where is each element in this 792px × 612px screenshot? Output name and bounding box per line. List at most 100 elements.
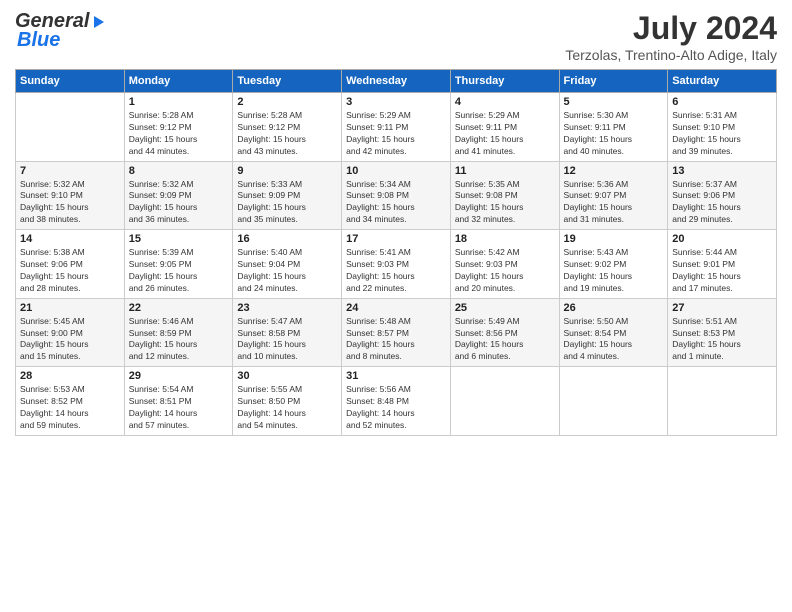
day-number: 15: [129, 233, 229, 245]
day-number: 10: [346, 165, 446, 177]
day-number: 23: [237, 302, 337, 314]
day-number: 26: [564, 302, 664, 314]
day-number: 24: [346, 302, 446, 314]
calendar-cell: 2 Sunrise: 5:28 AM Sunset: 9:12 PM Daylig…: [233, 93, 342, 162]
day-info: Sunrise: 5:54 AM Sunset: 8:51 PM Dayligh…: [129, 384, 229, 432]
main-title: July 2024: [565, 10, 777, 47]
day-info: Sunrise: 5:31 AM Sunset: 9:10 PM Dayligh…: [672, 110, 772, 158]
calendar-cell: 7Sunrise: 5:32 AM Sunset: 9:10 PM Daylig…: [16, 161, 125, 230]
day-number: 28: [20, 370, 120, 382]
calendar-cell: 11 Sunrise: 5:35 AM Sunset: 9:08 PM Dayli…: [450, 161, 559, 230]
calendar-week-row: 21Sunrise: 5:45 AM Sunset: 9:00 PM Dayli…: [16, 298, 777, 367]
day-info: Sunrise: 5:48 AM Sunset: 8:57 PM Dayligh…: [346, 316, 446, 364]
calendar-cell: 15 Sunrise: 5:39 AM Sunset: 9:05 PM Dayli…: [124, 230, 233, 299]
day-info: Sunrise: 5:42 AM Sunset: 9:03 PM Dayligh…: [455, 247, 555, 295]
calendar-cell: 9Sunrise: 5:33 AM Sunset: 9:09 PM Daylig…: [233, 161, 342, 230]
day-number: 13: [672, 165, 772, 177]
calendar-cell: 27Sunrise: 5:51 AM Sunset: 8:53 PM Dayli…: [668, 298, 777, 367]
calendar-week-row: 14 Sunrise: 5:38 AM Sunset: 9:06 PM Dayli…: [16, 230, 777, 299]
day-info: Sunrise: 5:50 AM Sunset: 8:54 PM Dayligh…: [564, 316, 664, 364]
day-number: 6: [672, 96, 772, 108]
header: General Blue July 2024 Terzolas, Trentin…: [15, 10, 777, 63]
calendar-week-row: 7Sunrise: 5:32 AM Sunset: 9:10 PM Daylig…: [16, 161, 777, 230]
day-info: Sunrise: 5:38 AM Sunset: 9:06 PM Dayligh…: [20, 247, 120, 295]
calendar-cell: 6 Sunrise: 5:31 AM Sunset: 9:10 PM Daylig…: [668, 93, 777, 162]
day-info: Sunrise: 5:40 AM Sunset: 9:04 PM Dayligh…: [237, 247, 337, 295]
day-number: 16: [237, 233, 337, 245]
day-info: Sunrise: 5:32 AM Sunset: 9:10 PM Dayligh…: [20, 179, 120, 227]
day-info: Sunrise: 5:56 AM Sunset: 8:48 PM Dayligh…: [346, 384, 446, 432]
day-number: 19: [564, 233, 664, 245]
calendar-table: SundayMondayTuesdayWednesdayThursdayFrid…: [15, 69, 777, 436]
day-number: 12: [564, 165, 664, 177]
day-info: Sunrise: 5:34 AM Sunset: 9:08 PM Dayligh…: [346, 179, 446, 227]
day-info: Sunrise: 5:28 AM Sunset: 9:12 PM Dayligh…: [237, 110, 337, 158]
calendar-cell: 14 Sunrise: 5:38 AM Sunset: 9:06 PM Dayli…: [16, 230, 125, 299]
calendar-cell: 24 Sunrise: 5:48 AM Sunset: 8:57 PM Dayli…: [342, 298, 451, 367]
calendar-day-header: Sunday: [16, 70, 125, 93]
day-number: 17: [346, 233, 446, 245]
page-container: General Blue July 2024 Terzolas, Trentin…: [0, 0, 792, 446]
day-number: 22: [129, 302, 229, 314]
day-number: 14: [20, 233, 120, 245]
day-info: Sunrise: 5:29 AM Sunset: 9:11 PM Dayligh…: [455, 110, 555, 158]
calendar-day-header: Thursday: [450, 70, 559, 93]
calendar-cell: 4Sunrise: 5:29 AM Sunset: 9:11 PM Daylig…: [450, 93, 559, 162]
day-number: 2: [237, 96, 337, 108]
calendar-week-row: 28Sunrise: 5:53 AM Sunset: 8:52 PM Dayli…: [16, 367, 777, 436]
calendar-cell: 17 Sunrise: 5:41 AM Sunset: 9:03 PM Dayli…: [342, 230, 451, 299]
day-info: Sunrise: 5:35 AM Sunset: 9:08 PM Dayligh…: [455, 179, 555, 227]
logo-arrow-icon: [90, 13, 108, 31]
day-info: Sunrise: 5:39 AM Sunset: 9:05 PM Dayligh…: [129, 247, 229, 295]
calendar-cell: 12 Sunrise: 5:36 AM Sunset: 9:07 PM Dayli…: [559, 161, 668, 230]
day-number: 18: [455, 233, 555, 245]
day-info: Sunrise: 5:29 AM Sunset: 9:11 PM Dayligh…: [346, 110, 446, 158]
calendar-day-header: Monday: [124, 70, 233, 93]
day-number: 21: [20, 302, 120, 314]
calendar-day-header: Tuesday: [233, 70, 342, 93]
day-info: Sunrise: 5:36 AM Sunset: 9:07 PM Dayligh…: [564, 179, 664, 227]
day-info: Sunrise: 5:49 AM Sunset: 8:56 PM Dayligh…: [455, 316, 555, 364]
calendar-cell: 22 Sunrise: 5:46 AM Sunset: 8:59 PM Dayli…: [124, 298, 233, 367]
calendar-cell: 21Sunrise: 5:45 AM Sunset: 9:00 PM Dayli…: [16, 298, 125, 367]
calendar-cell: [668, 367, 777, 436]
calendar-cell: 18 Sunrise: 5:42 AM Sunset: 9:03 PM Dayli…: [450, 230, 559, 299]
day-number: 30: [237, 370, 337, 382]
day-info: Sunrise: 5:44 AM Sunset: 9:01 PM Dayligh…: [672, 247, 772, 295]
day-info: Sunrise: 5:46 AM Sunset: 8:59 PM Dayligh…: [129, 316, 229, 364]
calendar-cell: [559, 367, 668, 436]
calendar-cell: 5Sunrise: 5:30 AM Sunset: 9:11 PM Daylig…: [559, 93, 668, 162]
calendar-cell: 19 Sunrise: 5:43 AM Sunset: 9:02 PM Dayli…: [559, 230, 668, 299]
day-number: 11: [455, 165, 555, 177]
day-number: 31: [346, 370, 446, 382]
calendar-day-header: Saturday: [668, 70, 777, 93]
day-info: Sunrise: 5:32 AM Sunset: 9:09 PM Dayligh…: [129, 179, 229, 227]
calendar-cell: 1Sunrise: 5:28 AM Sunset: 9:12 PM Daylig…: [124, 93, 233, 162]
calendar-week-row: 1 Sunrise: 5:28 AM Sunset: 9:12 PM Daylig…: [16, 93, 777, 162]
day-info: Sunrise: 5:43 AM Sunset: 9:02 PM Dayligh…: [564, 247, 664, 295]
calendar-cell: 28Sunrise: 5:53 AM Sunset: 8:52 PM Dayli…: [16, 367, 125, 436]
calendar-cell: 20Sunrise: 5:44 AM Sunset: 9:01 PM Dayli…: [668, 230, 777, 299]
day-number: 1: [129, 96, 229, 108]
calendar-cell: 10 Sunrise: 5:34 AM Sunset: 9:08 PM Dayli…: [342, 161, 451, 230]
calendar-cell: 31 Sunrise: 5:56 AM Sunset: 8:48 PM Dayli…: [342, 367, 451, 436]
calendar-cell: 13 Sunrise: 5:37 AM Sunset: 9:06 PM Dayli…: [668, 161, 777, 230]
subtitle: Terzolas, Trentino-Alto Adige, Italy: [565, 47, 777, 63]
calendar-header-row: SundayMondayTuesdayWednesdayThursdayFrid…: [16, 70, 777, 93]
day-info: Sunrise: 5:33 AM Sunset: 9:09 PM Dayligh…: [237, 179, 337, 227]
day-number: 3: [346, 96, 446, 108]
day-number: 8: [129, 165, 229, 177]
calendar-cell: 16 Sunrise: 5:40 AM Sunset: 9:04 PM Dayli…: [233, 230, 342, 299]
day-number: 5: [564, 96, 664, 108]
calendar-day-header: Friday: [559, 70, 668, 93]
calendar-cell: [16, 93, 125, 162]
calendar-cell: 26 Sunrise: 5:50 AM Sunset: 8:54 PM Dayli…: [559, 298, 668, 367]
calendar-cell: 30Sunrise: 5:55 AM Sunset: 8:50 PM Dayli…: [233, 367, 342, 436]
calendar-cell: 25Sunrise: 5:49 AM Sunset: 8:56 PM Dayli…: [450, 298, 559, 367]
day-info: Sunrise: 5:51 AM Sunset: 8:53 PM Dayligh…: [672, 316, 772, 364]
calendar-cell: 3 Sunrise: 5:29 AM Sunset: 9:11 PM Daylig…: [342, 93, 451, 162]
title-section: July 2024 Terzolas, Trentino-Alto Adige,…: [565, 10, 777, 63]
calendar-cell: 29Sunrise: 5:54 AM Sunset: 8:51 PM Dayli…: [124, 367, 233, 436]
day-info: Sunrise: 5:37 AM Sunset: 9:06 PM Dayligh…: [672, 179, 772, 227]
day-info: Sunrise: 5:41 AM Sunset: 9:03 PM Dayligh…: [346, 247, 446, 295]
